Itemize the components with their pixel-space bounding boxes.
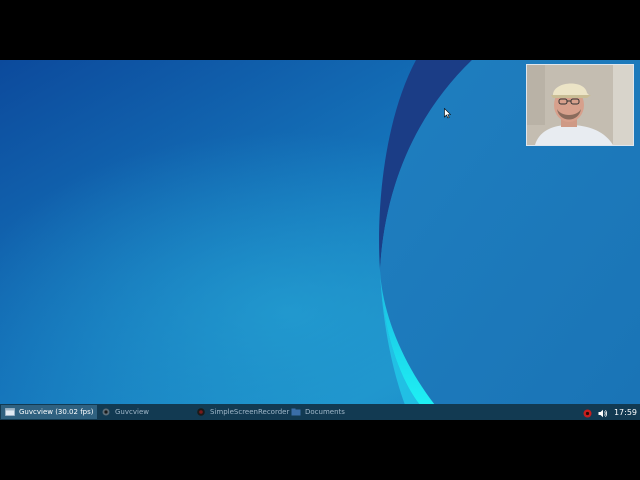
taskbar-item-guvcview-fps[interactable]: Guvcview (30.02 fps) — [1, 405, 97, 419]
webcam-icon — [101, 408, 111, 416]
clock[interactable]: 17:59 — [614, 408, 637, 417]
taskbar-item-label: Documents — [305, 408, 345, 416]
folder-icon — [291, 408, 301, 416]
system-tray: 17:59 — [583, 404, 640, 420]
taskbar-item-label: Guvcview — [115, 408, 149, 416]
taskbar-item-guvcview[interactable]: Guvcview — [97, 405, 192, 419]
taskbar-item-label: SimpleScreenRecorder — [210, 408, 290, 416]
recording-indicator-icon[interactable] — [583, 403, 592, 422]
taskbar: Guvcview (30.02 fps) Guvcview SimpleScre… — [0, 404, 640, 420]
record-icon — [196, 408, 206, 416]
letterbox-top — [0, 0, 640, 60]
window-icon — [5, 408, 15, 416]
volume-icon[interactable] — [598, 403, 608, 422]
webcam-preview[interactable] — [526, 64, 634, 146]
taskbar-item-label: Guvcview (30.02 fps) — [19, 408, 94, 416]
letterbox-bottom — [0, 420, 640, 480]
mouse-cursor-icon — [444, 104, 452, 123]
taskbar-item-documents[interactable]: Documents — [287, 405, 382, 419]
webcam-person-image — [527, 65, 633, 145]
taskbar-item-simplescreenrecorder[interactable]: SimpleScreenRecorder — [192, 405, 290, 419]
